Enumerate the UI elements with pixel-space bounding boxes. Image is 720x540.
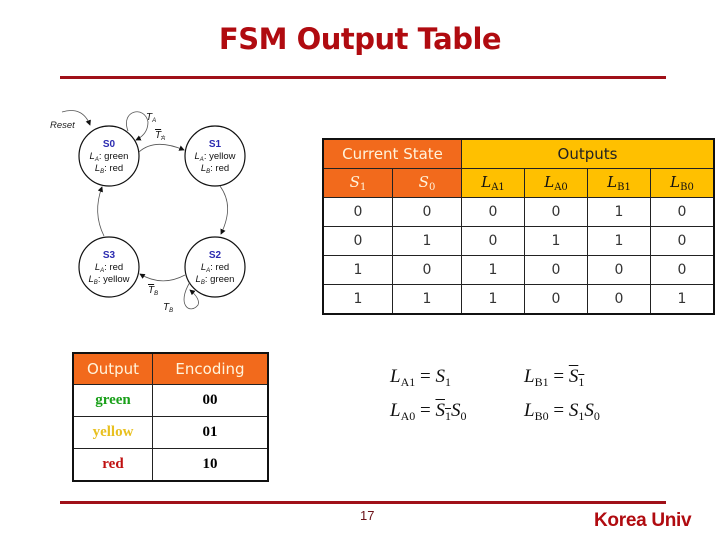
table-row: yellow 01	[72, 416, 269, 449]
encoding-table: Output Encoding green 00 yellow 01 red 1…	[72, 352, 269, 482]
cell: 0	[461, 226, 525, 256]
col-header-lb0: LB0	[650, 168, 715, 198]
equation-lb1: LB1 = S1	[524, 366, 585, 389]
cell: 1	[461, 255, 525, 285]
title-divider	[60, 76, 666, 79]
footer-divider	[60, 501, 666, 504]
output-green: green	[72, 384, 153, 417]
cell: 0	[650, 226, 715, 256]
cell: 0	[322, 226, 393, 256]
transition-s1-s2	[219, 185, 229, 235]
group-header-row: Current State Outputs	[322, 138, 715, 169]
transition-label-ta: TA	[146, 112, 156, 124]
state-la: LA: red	[201, 262, 229, 274]
encoding-value: 01	[152, 416, 269, 449]
table-row: 1 1 1 0 0 1	[322, 284, 715, 315]
fsm-svg: Reset S0 LA: green LB: red S1 LA: yellow…	[50, 110, 246, 314]
transition-label-ta-bar: TA	[155, 130, 165, 142]
transition-label-tb-bar: TB	[148, 285, 158, 297]
state-s2: S2 LA: red LB: green	[184, 236, 246, 298]
encoding-value: 10	[152, 448, 269, 482]
transition-label-tb: TB	[163, 302, 173, 314]
cell: 0	[524, 255, 588, 285]
transition-s2-s3	[139, 273, 186, 282]
cell: 0	[524, 197, 588, 227]
cell: 0	[587, 284, 651, 315]
equation-la0: LA0 = S1S0	[390, 400, 467, 423]
cell: 1	[322, 284, 393, 315]
col-header-lb1: LB1	[587, 168, 651, 198]
cell: 1	[392, 284, 462, 315]
state-s1: S1 LA: yellow LB: red	[184, 125, 246, 187]
transition-s0-s1	[138, 143, 185, 153]
cell: 0	[650, 197, 715, 227]
fsm-state-diagram: Reset S0 LA: green LB: red S1 LA: yellow…	[40, 100, 290, 320]
state-name: S3	[103, 250, 116, 261]
encoding-header-row: Output Encoding	[72, 352, 269, 385]
reset-label: Reset	[50, 120, 75, 131]
output-yellow: yellow	[72, 416, 153, 449]
cell: 0	[524, 284, 588, 315]
col-header-la0: LA0	[524, 168, 588, 198]
state-s0: S0 LA: green LB: red	[78, 125, 140, 187]
table-row: red 10	[72, 448, 269, 482]
col-header-s0: S0	[392, 168, 462, 198]
state-name: S2	[209, 250, 222, 261]
cell: 0	[587, 255, 651, 285]
output-header: Output	[72, 352, 153, 385]
slide-title: FSM Output Table	[218, 22, 502, 56]
encoding-header: Encoding	[152, 352, 269, 385]
col-header-la1: LA1	[461, 168, 525, 198]
footer-brand: Korea Univ	[594, 510, 692, 531]
cell: 0	[650, 255, 715, 285]
cell: 1	[524, 226, 588, 256]
table-row: 0 0 0 0 1 0	[322, 197, 715, 227]
table-row: green 00	[72, 384, 269, 417]
cell: 0	[461, 197, 525, 227]
state-name: S1	[209, 139, 222, 150]
cell: 1	[650, 284, 715, 315]
state-la: LA: red	[95, 262, 123, 274]
cell: 0	[392, 255, 462, 285]
column-header-row: S1 S0 LA1 LA0 LB1 LB0	[322, 168, 715, 198]
cell: 0	[392, 197, 462, 227]
state-s3: S3 LA: red LB: yellow	[78, 236, 140, 298]
fsm-output-table: Current State Outputs S1 S0 LA1 LA0 LB1 …	[322, 138, 715, 315]
cell: 1	[322, 255, 393, 285]
outputs-header: Outputs	[461, 138, 715, 169]
table-row: 1 0 1 0 0 0	[322, 255, 715, 285]
equation-lb0: LB0 = S1S0	[524, 400, 600, 423]
transition-s3-s0	[97, 186, 105, 237]
encoding-value: 00	[152, 384, 269, 417]
state-lb: LB: red	[95, 163, 123, 175]
current-state-header: Current State	[322, 138, 462, 169]
cell: 1	[392, 226, 462, 256]
equation-la1: LA1 = S1	[390, 366, 451, 389]
table-row: 0 1 0 1 1 0	[322, 226, 715, 256]
state-name: S0	[103, 139, 116, 150]
cell: 1	[587, 197, 651, 227]
cell: 1	[461, 284, 525, 315]
col-header-s1: S1	[322, 168, 393, 198]
state-lb: LB: red	[201, 163, 229, 175]
page-number: 17	[360, 508, 375, 523]
cell: 1	[587, 226, 651, 256]
output-red: red	[72, 448, 153, 482]
cell: 0	[322, 197, 393, 227]
